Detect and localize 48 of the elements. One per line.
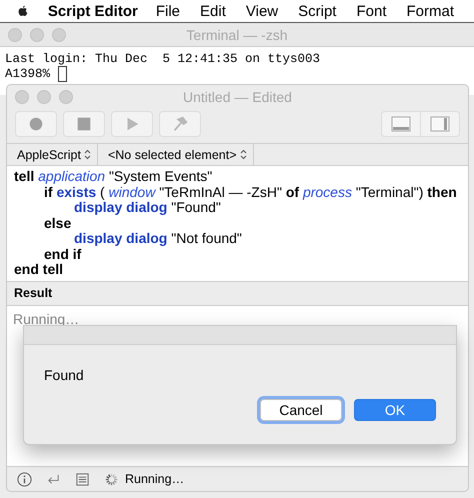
circle-icon xyxy=(27,115,45,133)
hammer-icon xyxy=(171,115,189,133)
app-menu[interactable]: Script Editor xyxy=(48,2,138,20)
code-line: display dialog "Found" xyxy=(74,199,221,215)
script-editor[interactable]: tell application "System Events" if exists ( window "TeRmInAl — -ZsH" of process "Terminal") then display dialog "Found" else display dialog "Not found" end if end tell xyxy=(7,166,468,280)
menu-item[interactable]: Script xyxy=(298,2,336,20)
menu-item[interactable]: Font xyxy=(356,2,386,20)
window-control[interactable] xyxy=(30,28,44,42)
run-button[interactable] xyxy=(111,111,153,137)
dialog-button[interactable]: Cancel xyxy=(260,399,342,421)
window-control[interactable] xyxy=(52,28,66,42)
window-control[interactable] xyxy=(59,90,73,104)
side-pane-icon xyxy=(430,116,450,132)
code-line: if exists ( window "TeRmInAl — -ZsH" of process "Terminal") then xyxy=(44,184,457,200)
status-text: Running… xyxy=(125,472,184,486)
code-line: else xyxy=(44,214,72,230)
window-title: Untitled — Edited xyxy=(183,89,292,105)
dialog-button[interactable]: OK xyxy=(354,399,436,421)
record-button[interactable] xyxy=(15,111,57,137)
result-header: Result xyxy=(14,286,52,300)
menu-item[interactable]: View xyxy=(246,2,278,20)
spinner-icon xyxy=(104,472,119,486)
element-popup[interactable]: <No selected element> xyxy=(98,144,254,165)
menu-item[interactable]: Format xyxy=(406,2,454,20)
stop-button[interactable] xyxy=(63,111,105,137)
text-cursor xyxy=(58,66,67,82)
list-icon[interactable] xyxy=(75,472,90,486)
terminal-line: Last login: Thu Dec 5 12:41:35 on ttys003 xyxy=(5,52,320,66)
window-control[interactable] xyxy=(8,28,22,42)
square-icon xyxy=(75,115,93,133)
window-control[interactable] xyxy=(37,90,51,104)
info-icon[interactable] xyxy=(17,472,32,486)
bottom-pane-icon xyxy=(391,116,411,132)
updown-arrows-icon xyxy=(84,149,91,160)
language-popup[interactable]: AppleScript xyxy=(7,144,98,165)
menu-item[interactable]: File xyxy=(156,2,180,20)
code-line: end tell xyxy=(14,261,64,277)
code-line: tell application "System Events" xyxy=(14,168,212,184)
result-text: Running… xyxy=(13,310,80,326)
terminal-line: A1398% xyxy=(5,66,52,80)
window-control[interactable] xyxy=(15,90,29,104)
compile-button[interactable] xyxy=(159,111,201,137)
updown-arrows-icon xyxy=(240,149,246,160)
code-line: display dialog "Not found" xyxy=(74,230,242,246)
dialog-message: Found xyxy=(44,367,84,383)
code-line: end if xyxy=(44,246,82,262)
window-title: Terminal — -zsh xyxy=(186,26,288,42)
menu-item[interactable]: Edit xyxy=(200,2,226,20)
